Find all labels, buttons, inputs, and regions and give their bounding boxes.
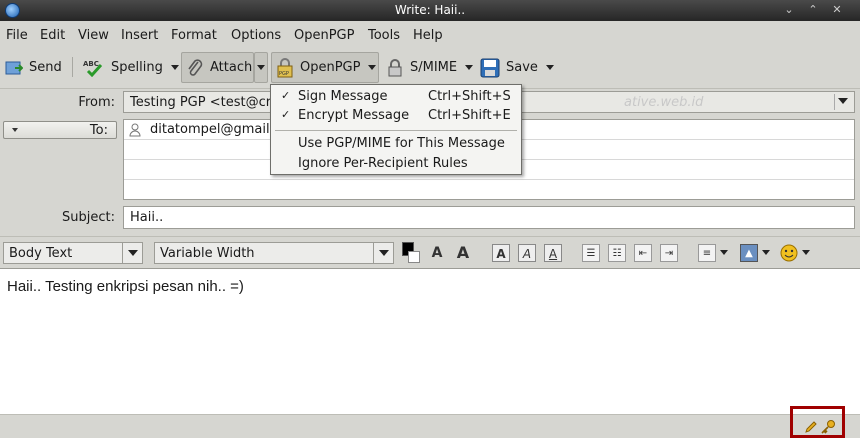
smime-button[interactable]: S/MIME	[386, 52, 474, 83]
menu-insert[interactable]: Insert	[121, 28, 158, 43]
send-button[interactable]: Send	[5, 52, 62, 83]
from-label: From:	[78, 95, 115, 110]
chevron-down-icon[interactable]	[762, 250, 770, 255]
menu-edit[interactable]: Edit	[40, 28, 65, 43]
spellcheck-icon: ABC	[83, 60, 103, 77]
insert-image-icon[interactable]: ▲	[740, 244, 758, 262]
to-label: To:	[89, 123, 108, 138]
compose-toolbar: Send ABC Spelling Attach PGP OpenPGP S/M…	[0, 50, 860, 86]
openpgp-dropdown-menu: ✓ Sign Message Ctrl+Shift+S ✓ Encrypt Me…	[270, 84, 522, 175]
smime-label: S/MIME	[410, 60, 458, 75]
underline-icon[interactable]: A	[544, 244, 562, 262]
subject-input[interactable]: Haii..	[123, 206, 855, 229]
menu-item-encrypt-message[interactable]: ✓ Encrypt Message Ctrl+Shift+E	[271, 106, 521, 126]
checkmark-icon: ✓	[281, 108, 291, 121]
menu-view[interactable]: View	[78, 28, 109, 43]
smiley-icon[interactable]	[780, 244, 798, 262]
menu-item-use-pgp-mime[interactable]: Use PGP/MIME for This Message	[271, 134, 521, 154]
menu-options[interactable]: Options	[231, 28, 281, 43]
menu-tools[interactable]: Tools	[368, 28, 400, 43]
maximize-button[interactable]: ⌃	[802, 2, 824, 18]
window-title: Write: Haii..	[394, 3, 466, 17]
message-body-text[interactable]: Haii.. Testing enkripsi pesan nih.. =)	[7, 278, 244, 295]
chevron-down-icon[interactable]	[545, 65, 554, 70]
menu-help[interactable]: Help	[413, 28, 443, 43]
save-label: Save	[506, 60, 538, 75]
from-value: Testing PGP <test@cr	[130, 95, 272, 110]
svg-text:PGP: PGP	[279, 71, 289, 77]
checkmark-icon: ✓	[281, 89, 291, 102]
italic-icon[interactable]: A	[518, 244, 536, 262]
toolbar-separator	[72, 57, 73, 77]
bold-icon[interactable]: A	[492, 244, 510, 262]
menu-item-ignore-rules[interactable]: Ignore Per-Recipient Rules	[271, 154, 521, 174]
chevron-down-icon[interactable]	[373, 243, 393, 263]
openpgp-lock-icon: PGP	[277, 57, 293, 77]
paragraph-format-select[interactable]: Body Text	[3, 242, 143, 264]
contact-icon	[129, 123, 141, 137]
subject-label: Subject:	[62, 210, 115, 225]
paragraph-format-value: Body Text	[9, 246, 73, 261]
recipient-address[interactable]: ditatompel@gmail.	[150, 122, 274, 137]
menu-item-label: Sign Message	[298, 89, 388, 104]
close-button[interactable]: ✕	[826, 2, 848, 18]
outdent-icon[interactable]: ⇤	[634, 244, 652, 262]
status-bar	[0, 414, 860, 438]
background-color-swatch[interactable]	[408, 251, 420, 263]
chevron-down-icon[interactable]	[465, 65, 474, 70]
menu-item-label: Use PGP/MIME for This Message	[298, 136, 505, 151]
menu-separator	[275, 130, 517, 131]
title-bar: Write: Haii.. ⌄ ⌃ ✕	[0, 0, 860, 21]
menu-format[interactable]: Format	[171, 28, 217, 43]
chevron-down-icon	[257, 65, 265, 70]
numbered-list-icon[interactable]: ☷	[608, 244, 626, 262]
menu-item-shortcut: Ctrl+Shift+S	[428, 89, 511, 104]
chevron-down-icon[interactable]	[122, 243, 142, 263]
bulleted-list-icon[interactable]: ☰	[582, 244, 600, 262]
paperclip-icon	[188, 58, 203, 76]
indent-icon[interactable]: ⇥	[660, 244, 678, 262]
menu-item-label: Ignore Per-Recipient Rules	[298, 156, 468, 171]
recipient-row-empty[interactable]	[124, 180, 854, 200]
floppy-disk-icon	[480, 58, 500, 77]
chevron-down-icon[interactable]	[834, 94, 852, 110]
openpgp-button[interactable]: PGP OpenPGP	[271, 52, 379, 83]
attach-label: Attach	[210, 60, 253, 75]
menu-file[interactable]: File	[6, 28, 28, 43]
attach-dropdown[interactable]	[254, 52, 268, 83]
message-body-editor[interactable]: Haii.. Testing enkripsi pesan nih.. =)	[0, 268, 860, 414]
format-toolbar: Body Text Variable Width A A A A A ☰ ☷ ⇤…	[0, 236, 860, 268]
minimize-button[interactable]: ⌄	[778, 2, 800, 18]
font-select[interactable]: Variable Width	[154, 242, 394, 264]
menu-item-label: Encrypt Message	[298, 108, 410, 123]
decrease-font-size-icon[interactable]: A	[428, 244, 446, 262]
increase-font-size-icon[interactable]: A	[454, 244, 472, 262]
subject-value: Haii..	[130, 210, 164, 225]
menu-item-sign-message[interactable]: ✓ Sign Message Ctrl+Shift+S	[271, 87, 521, 107]
menu-openpgp[interactable]: OpenPGP	[294, 28, 354, 43]
chevron-down-icon[interactable]	[720, 250, 728, 255]
align-icon[interactable]: ≡	[698, 244, 716, 262]
menu-bar: File Edit View Insert Format Options Ope…	[0, 24, 860, 48]
spelling-label: Spelling	[111, 60, 163, 75]
menu-item-shortcut: Ctrl+Shift+E	[428, 108, 511, 123]
send-label: Send	[29, 60, 62, 75]
chevron-down-icon[interactable]	[170, 65, 179, 70]
send-icon	[5, 61, 23, 74]
chevron-down-icon	[368, 65, 377, 70]
save-button[interactable]: Save	[480, 52, 554, 83]
attach-button[interactable]: Attach	[181, 52, 254, 83]
recipient-type-select[interactable]: To:	[3, 121, 117, 139]
openpgp-status-highlight	[790, 406, 845, 438]
font-value: Variable Width	[160, 246, 255, 261]
lock-icon	[388, 58, 402, 76]
chevron-down-icon	[12, 128, 18, 132]
from-value-tail: ative.web.id	[624, 95, 704, 110]
openpgp-label: OpenPGP	[300, 60, 361, 75]
svg-text:ABC: ABC	[83, 60, 99, 68]
spelling-button[interactable]: ABC Spelling	[83, 52, 179, 83]
chevron-down-icon[interactable]	[802, 250, 810, 255]
